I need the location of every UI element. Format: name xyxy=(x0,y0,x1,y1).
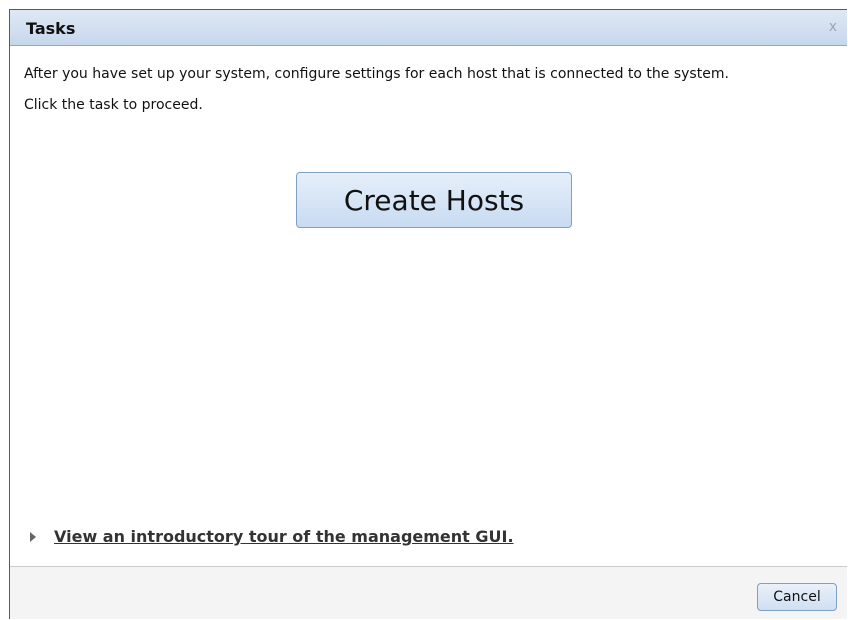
dialog-title: Tasks xyxy=(26,19,76,38)
dialog-titlebar: Tasks x xyxy=(10,10,847,46)
tour-link[interactable]: View an introductory tour of the managem… xyxy=(54,527,514,546)
cancel-button[interactable]: Cancel xyxy=(757,583,837,611)
create-hosts-button[interactable]: Create Hosts xyxy=(296,172,572,228)
dialog-content: After you have set up your system, confi… xyxy=(24,66,831,114)
dialog-footer: Cancel xyxy=(10,566,847,619)
close-icon[interactable]: x xyxy=(829,19,837,35)
tour-link-row[interactable]: View an introductory tour of the managem… xyxy=(30,527,514,546)
triangle-right-icon[interactable] xyxy=(30,531,36,542)
description-text: After you have set up your system, confi… xyxy=(24,66,729,82)
tasks-dialog: Tasks x After you have set up your syste… xyxy=(9,9,847,619)
instruction-text: Click the task to proceed. xyxy=(24,97,203,113)
